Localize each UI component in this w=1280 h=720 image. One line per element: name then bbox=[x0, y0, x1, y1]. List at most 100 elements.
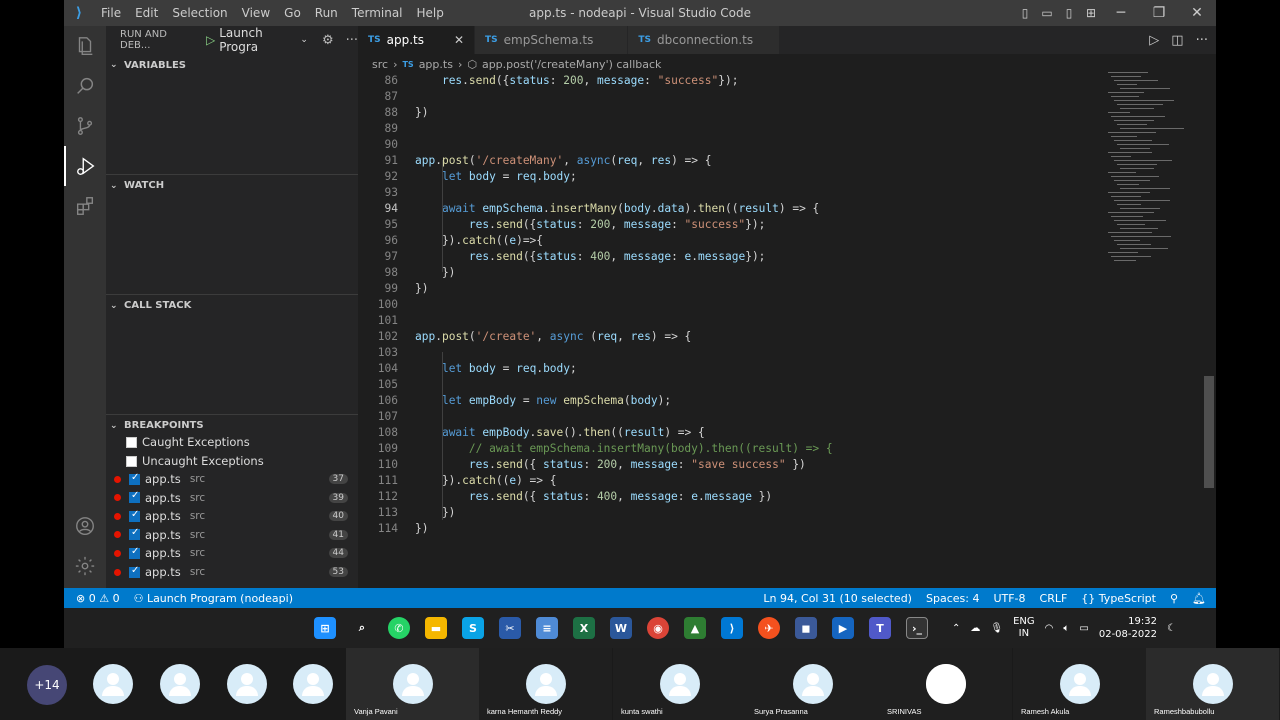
battery-icon[interactable]: ▭ bbox=[1079, 623, 1088, 634]
extensions-icon[interactable] bbox=[64, 186, 106, 226]
checkbox[interactable] bbox=[129, 509, 140, 522]
notification-icon[interactable]: ☾ bbox=[1167, 623, 1176, 634]
participant-avatar[interactable] bbox=[293, 664, 333, 704]
breakpoint-item[interactable]: app.ts src 40 bbox=[106, 507, 358, 525]
tab-empschema-ts[interactable]: TS empSchema.ts bbox=[475, 26, 629, 54]
menu-file[interactable]: File bbox=[94, 6, 128, 20]
onedrive-icon[interactable]: ☁ bbox=[970, 623, 980, 634]
more-actions-icon[interactable]: ··· bbox=[1196, 33, 1208, 48]
participant-tile[interactable]: Surya Prasanna bbox=[746, 648, 879, 720]
split-editor-icon[interactable]: ◫ bbox=[1171, 33, 1183, 48]
code-line[interactable]: 104 let body = req.body; bbox=[358, 360, 1098, 376]
app-icon[interactable]: ◼ bbox=[795, 617, 817, 639]
whatsapp-icon[interactable]: ✆ bbox=[388, 617, 410, 639]
editor-scrollbar[interactable] bbox=[1204, 376, 1214, 488]
checkbox[interactable] bbox=[129, 546, 140, 559]
code-line[interactable]: 93 bbox=[358, 184, 1098, 200]
code-line[interactable]: 105 bbox=[358, 376, 1098, 392]
code-line[interactable]: 107 bbox=[358, 408, 1098, 424]
language-mode[interactable]: {} TypeScript bbox=[1081, 592, 1156, 605]
participant-avatar[interactable] bbox=[93, 664, 133, 704]
participant-tile[interactable]: karna Hemanth Reddy bbox=[479, 648, 612, 720]
code-line[interactable]: 103 bbox=[358, 344, 1098, 360]
toggle-sidebar-icon[interactable]: ▯ bbox=[1014, 6, 1036, 20]
postman-icon[interactable]: ✈ bbox=[758, 617, 780, 639]
skype-icon[interactable]: S bbox=[462, 617, 484, 639]
code-line[interactable]: 88}) bbox=[358, 104, 1098, 120]
variables-section-header[interactable]: ⌄ VARIABLES bbox=[106, 54, 358, 76]
indentation[interactable]: Spaces: 4 bbox=[926, 592, 979, 605]
media-player-icon[interactable]: ▶ bbox=[832, 617, 854, 639]
code-line[interactable]: 109 // await empSchema.insertMany(body).… bbox=[358, 440, 1098, 456]
vscode-taskbar-icon[interactable]: ⟩ bbox=[721, 617, 743, 639]
code-line[interactable]: 90 bbox=[358, 136, 1098, 152]
more-actions-icon[interactable]: ··· bbox=[346, 33, 358, 48]
chevron-up-icon[interactable]: ⌃ bbox=[952, 623, 960, 634]
code-line[interactable]: 87 bbox=[358, 88, 1098, 104]
cursor-position[interactable]: Ln 94, Col 31 (10 selected) bbox=[763, 592, 912, 605]
checkbox[interactable] bbox=[129, 527, 140, 541]
tab-app-ts[interactable]: TS app.ts ✕ bbox=[358, 26, 476, 54]
menu-help[interactable]: Help bbox=[410, 6, 451, 20]
code-line[interactable]: 98 }) bbox=[358, 264, 1098, 280]
chrome-icon[interactable]: ◉ bbox=[647, 617, 669, 639]
excel-icon[interactable]: X bbox=[573, 617, 595, 639]
breadcrumb-folder[interactable]: src bbox=[372, 58, 388, 71]
breadcrumb-file[interactable]: app.ts bbox=[419, 58, 453, 71]
debug-launch-status[interactable]: ⚇ Launch Program (nodeapi) bbox=[134, 592, 293, 605]
breakpoint-item[interactable]: app.ts src 39 bbox=[106, 489, 358, 507]
code-line[interactable]: 101 bbox=[358, 312, 1098, 328]
uncaught-exceptions-item[interactable]: Uncaught Exceptions bbox=[106, 452, 358, 470]
tab-dbconnection-ts[interactable]: TS dbconnection.ts bbox=[628, 26, 781, 54]
problems-indicator[interactable]: ⊗ 0 ⚠ 0 bbox=[76, 592, 120, 605]
customize-layout-icon[interactable]: ⊞ bbox=[1080, 6, 1102, 20]
minimap[interactable] bbox=[1108, 72, 1204, 272]
code-line[interactable]: 114}) bbox=[358, 520, 1098, 536]
menu-selection[interactable]: Selection bbox=[165, 6, 234, 20]
code-line[interactable]: 100 bbox=[358, 296, 1098, 312]
code-line[interactable]: 96 }).catch((e)=>{ bbox=[358, 232, 1098, 248]
checkbox[interactable] bbox=[129, 565, 140, 578]
participant-tile[interactable]: SRINIVAS bbox=[879, 648, 1012, 720]
code-line[interactable]: 89 bbox=[358, 120, 1098, 136]
close-icon[interactable]: ✕ bbox=[454, 33, 464, 47]
wifi-icon[interactable]: ◠ bbox=[1045, 623, 1054, 634]
language-indicator[interactable]: ENG IN bbox=[1013, 616, 1035, 640]
start-debug-icon[interactable]: ▷ bbox=[206, 33, 215, 47]
clock[interactable]: 19:32 02-08-2022 bbox=[1099, 615, 1157, 641]
notepad-icon[interactable]: ≡ bbox=[536, 617, 558, 639]
volume-icon[interactable]: 🔈︎ bbox=[1063, 623, 1069, 634]
menu-go[interactable]: Go bbox=[277, 6, 308, 20]
watch-section-header[interactable]: ⌄ WATCH bbox=[106, 174, 358, 196]
maximize-icon[interactable]: ❐ bbox=[1140, 5, 1178, 21]
windows-start-icon[interactable]: ⊞ bbox=[314, 617, 336, 639]
code-line[interactable]: 113 }) bbox=[358, 504, 1098, 520]
checkbox[interactable] bbox=[129, 472, 140, 485]
terminal-icon[interactable]: ›_ bbox=[906, 617, 928, 639]
debug-settings-gear-icon[interactable]: ⚙ bbox=[322, 33, 334, 48]
account-icon[interactable] bbox=[64, 506, 106, 546]
close-window-icon[interactable]: ✕ bbox=[1178, 5, 1216, 21]
breakpoint-item[interactable]: app.ts src 44 bbox=[106, 544, 358, 562]
participant-tile[interactable]: Rameshbabubollu bbox=[1146, 648, 1279, 720]
toggle-secondary-icon[interactable]: ▯ bbox=[1058, 6, 1080, 20]
code-line[interactable]: 110 res.send({ status: 200, message: "sa… bbox=[358, 456, 1098, 472]
code-line[interactable]: 102 app.post('/create', async (req, res) … bbox=[358, 328, 1098, 344]
explorer-icon[interactable] bbox=[64, 26, 106, 66]
settings-gear-icon[interactable] bbox=[64, 546, 106, 586]
menu-view[interactable]: View bbox=[235, 6, 277, 20]
code-line[interactable]: 86 res.send({status: 200, message: "succ… bbox=[358, 72, 1098, 88]
caught-exceptions-item[interactable]: Caught Exceptions bbox=[106, 433, 358, 451]
encoding[interactable]: UTF-8 bbox=[993, 592, 1025, 605]
menu-terminal[interactable]: Terminal bbox=[345, 6, 410, 20]
checkbox[interactable] bbox=[126, 436, 137, 448]
more-participants-button[interactable]: +14 bbox=[27, 665, 67, 705]
code-line[interactable]: 92 let body = req.body; bbox=[358, 168, 1098, 184]
code-line[interactable]: 99}) bbox=[358, 280, 1098, 296]
source-control-icon[interactable] bbox=[64, 106, 106, 146]
breadcrumb-symbol[interactable]: app.post('/createMany') callback bbox=[482, 58, 661, 71]
checkbox[interactable] bbox=[129, 490, 140, 504]
menu-run[interactable]: Run bbox=[308, 6, 345, 20]
search-icon[interactable] bbox=[64, 66, 106, 106]
microphone-icon[interactable]: 🎙︎ bbox=[990, 623, 1003, 634]
